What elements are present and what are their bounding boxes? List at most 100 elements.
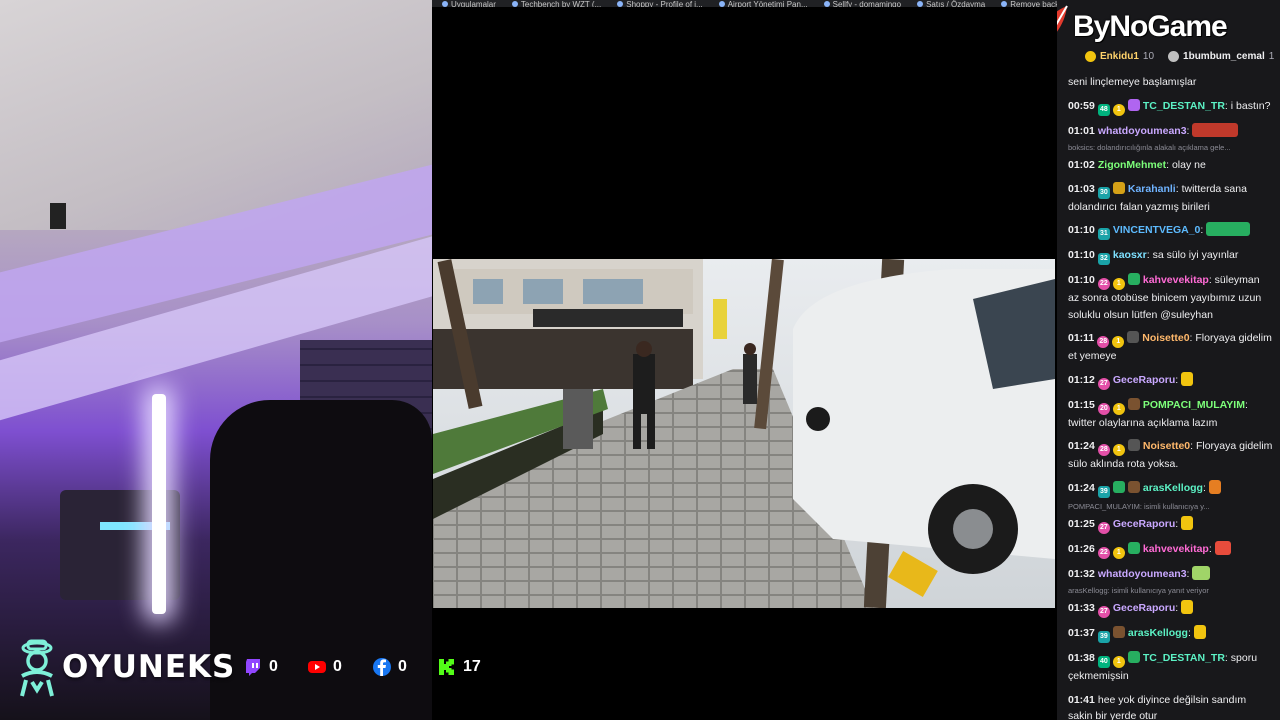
message-timestamp: 01:10 [1068,249,1095,261]
message-username[interactable]: Karahanli [1128,183,1176,195]
user-badge-icon: 1 [1112,278,1125,290]
message-timestamp: 01:26 [1068,542,1095,555]
user-badge-icon [1112,480,1125,493]
message-text: seni linçlemeye başlamışlar [1068,76,1197,88]
webcam-lamp [152,394,166,614]
message-timestamp: 01:24 [1068,481,1095,494]
bookmark-item[interactable]: Uygulamalar [442,1,496,7]
message-username[interactable]: kahvevekitap [1143,274,1209,286]
message-timestamp: 01:03 [1068,182,1095,195]
bookmark-item[interactable]: Airport Yönetimi Pan... [718,0,808,8]
brand-name: OYUNEKS [62,649,236,685]
chat-message[interactable]: 01:15 20 1 POMPACI_MULAYIM: twitter olaylar… [1068,397,1273,432]
message-username[interactable]: Noisette0 [1142,332,1189,344]
user-badge-icon: 28 [1097,336,1110,348]
user-badge-icon: 30 [1097,186,1110,199]
chat-message[interactable]: 01:41 hee yok diyince değilsin sandım sak… [1068,692,1273,720]
message-username[interactable]: TC_DESTAN_TR [1143,100,1225,112]
bynogame-logo: ByNoGame [1057,4,1228,50]
user-badge-icon: 32 [1097,253,1110,265]
chat-message[interactable]: 01:02 ZigonMehmet: olay ne [1068,157,1273,174]
bookmark-label: Techbench by WZT (... [520,0,602,8]
brand-logo: OYUNEKS [14,636,235,698]
message-username[interactable]: POMPACI_MULAYIM [1143,399,1245,411]
message-username[interactable]: GeceRaporu [1113,602,1175,614]
message-username[interactable]: VINCENTVEGA_0 [1113,224,1201,236]
user-badge-icon: 40 [1097,656,1110,668]
chat-message[interactable]: 01:32 whatdoyoumean3: [1068,565,1273,583]
message-text: olay ne [1171,159,1206,171]
webcam-camera-object [50,203,66,229]
message-text: twitter olaylarına açıklama lazım [1068,416,1218,429]
emote-icon [1206,222,1251,236]
leaderboard-user: 1bumbum_cemal [1183,51,1265,62]
twitch-counter: 0 [244,658,278,676]
bookmark-item[interactable]: Techbench by WZT (... [511,0,602,8]
message-username[interactable]: kahvevekitap [1143,543,1209,555]
youtube-count: 0 [333,658,342,675]
bookmark-label: Uygulamalar [451,0,496,8]
chat-message[interactable]: seni linçlemeye başlamışlar [1068,74,1273,91]
stream-video[interactable] [433,259,1055,608]
leaderboard-entry[interactable]: 1bumbum_cemal 1 [1168,51,1274,62]
gold-medal-icon [1085,51,1096,62]
user-badge-icon: 1 [1112,656,1125,668]
message-username[interactable]: ZigonMehmet [1098,159,1166,171]
leaderboard-entry[interactable]: Enkidu1 10 [1085,51,1154,62]
chat-message[interactable]: 01:26 22 1 kahvevekitap: [1068,540,1273,559]
message-timestamp: 01:12 [1068,373,1095,386]
youtube-counter: 0 [308,658,342,676]
chat-message[interactable]: 01:38 40 1 TC_DESTAN_TR: sporu çekmemişsin [1068,650,1273,685]
bookmark-item[interactable]: Satış / Özdayma [917,1,985,7]
facebook-count: 0 [398,658,407,675]
chat-header: ByNoGame [1057,0,1280,46]
kick-icon [439,659,454,675]
message-username[interactable]: arasKellogg [1143,482,1203,494]
twitch-count: 0 [269,658,278,675]
message-username[interactable]: TC_DESTAN_TR [1143,652,1225,664]
chat-message[interactable]: 00:59 48 1 TC_DESTAN_TR: i bastın? [1068,98,1273,116]
user-badge-icon [1112,626,1125,638]
bookmark-favicon-icon [442,1,448,7]
message-text: sa sülo iyi yayınlar [1152,249,1239,261]
stream-screen: Uygulamalar Techbench by WZT (... Shoppy -… [0,0,1280,720]
webcam-feed [0,0,432,720]
bookmark-label: Shoppy - Profile of j... [626,0,703,8]
bookmark-label: Airport Yönetimi Pan... [727,0,808,8]
chat-message[interactable]: 01:24 28 1 Noisette0: Floryaya gidelim sülo… [1068,438,1273,473]
chat-message[interactable]: 01:12 27 GeceRaporu: [1068,371,1273,390]
chat-message[interactable]: 01:10 31 VINCENTVEGA_0: [1068,222,1273,240]
message-timestamp: 01:10 [1068,224,1095,236]
emote-icon [1192,122,1239,137]
bookmark-item[interactable]: Shoppy - Profile of j... [617,0,703,8]
emote-icon [1214,540,1231,555]
chat-message[interactable]: 01:25 27 GeceRaporu: [1068,515,1273,534]
message-username[interactable]: Noisette0 [1143,440,1190,452]
message-username[interactable]: GeceRaporu [1113,374,1175,386]
message-username[interactable]: whatdoyoumean3 [1098,568,1187,580]
leaderboard-user: Enkidu1 [1100,51,1139,62]
chat-message[interactable]: 01:01 whatdoyoumean3: [1068,122,1273,140]
user-badge-icon [1127,439,1140,451]
message-timestamp: 01:37 [1068,627,1095,639]
emote-icon [1208,479,1221,494]
chat-message[interactable]: 01:24 39 arasKellogg: [1068,479,1273,498]
message-username[interactable]: whatdoyoumean3 [1098,125,1187,137]
user-badge-icon: 22 [1097,546,1110,559]
chat-message[interactable]: 01:11 28 1 Noisette0: Floryaya gidelim et y… [1068,330,1273,365]
user-badge-icon [1127,541,1140,554]
chat-message[interactable]: 01:03 30 Karahanli: twitterda sana dolandı… [1068,181,1273,216]
message-username[interactable]: arasKellogg [1128,627,1188,639]
kick-count: 17 [463,658,481,675]
message-timestamp: 01:32 [1068,567,1095,580]
chat-message[interactable]: 01:37 39 arasKellogg: [1068,625,1273,643]
chat-message[interactable]: 01:10 32 kaosxr: sa sülo iyi yayınlar [1068,247,1273,265]
message-username[interactable]: kaosxr [1113,249,1147,261]
bookmark-item[interactable]: Sellfy - domamingo [823,1,901,7]
message-timestamp: 01:41 [1068,693,1095,706]
silver-medal-icon [1168,51,1180,62]
user-badge-icon: 1 [1112,546,1125,559]
message-username[interactable]: GeceRaporu [1113,518,1175,530]
chat-message[interactable]: 01:10 22 1 kahvevekitap: süleyman az sonra … [1068,272,1273,323]
chat-message[interactable]: 01:33 27 GeceRaporu: [1068,600,1273,618]
